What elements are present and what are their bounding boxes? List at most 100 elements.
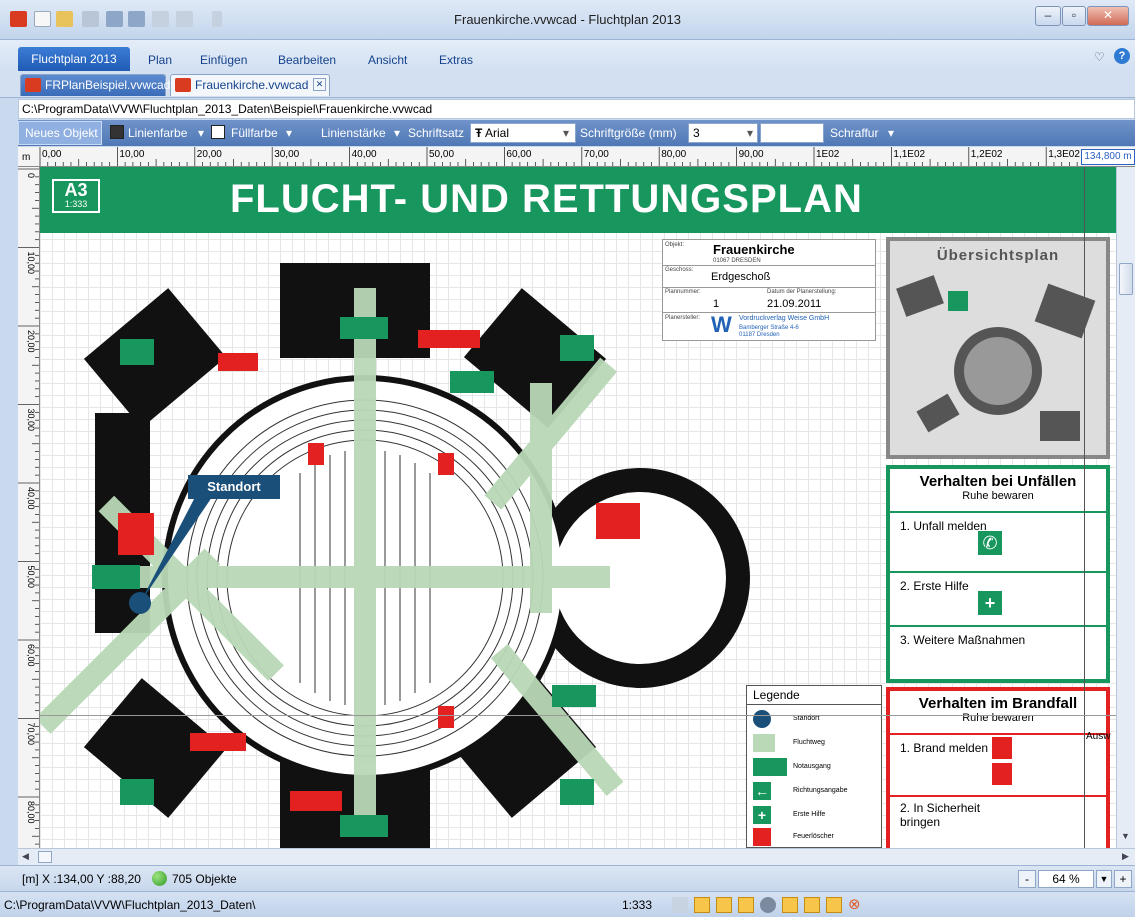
objekt-label: Objekt: xyxy=(665,242,685,248)
status-bar: [m] X :134,00 Y :88,20 705 Objekte - 64 … xyxy=(0,865,1135,891)
horizontal-scroll-thumb[interactable] xyxy=(38,851,52,863)
menu-extras[interactable]: Extras xyxy=(439,53,473,67)
data-path: C:\ProgramData\VVW\Fluchtplan_2013_Daten… xyxy=(4,898,256,912)
overview-title: Übersichtsplan xyxy=(936,247,1060,264)
chevron-down-icon: ▾ xyxy=(563,126,570,140)
fire-title: Verhalten im Brandfall xyxy=(918,695,1078,712)
vertical-scrollbar[interactable]: ▼ xyxy=(1116,167,1135,848)
menu-ansicht[interactable]: Ansicht xyxy=(368,53,407,67)
emergency-exit-sign-south xyxy=(340,815,388,837)
zoom-dropdown-icon[interactable]: ▼ xyxy=(1096,870,1112,888)
guide-line-horizontal xyxy=(40,715,1116,716)
menu-bearbeiten[interactable]: Bearbeiten xyxy=(278,53,336,67)
format-scale: 1:333 xyxy=(64,199,88,209)
fire-step-2-cont: bringen xyxy=(900,815,941,829)
legend-label: Fluchtweg xyxy=(793,739,825,746)
first-aid-sign xyxy=(450,371,494,393)
plannr-label: Plannummer: xyxy=(665,289,701,295)
scroll-down-icon[interactable]: ▼ xyxy=(1121,831,1130,841)
geschoss-label: Geschoss: xyxy=(665,267,694,273)
scroll-left-icon[interactable]: ◀ xyxy=(22,851,29,862)
fill-color-button[interactable]: Füllfarbe xyxy=(231,126,278,140)
menu-plan[interactable]: Plan xyxy=(148,53,172,67)
zoom-level[interactable]: 64 % xyxy=(1038,870,1094,888)
fire-extinguisher-icon xyxy=(753,828,771,846)
fire-extinguisher-sign xyxy=(218,353,258,371)
scale-indicator: 1:333 xyxy=(622,898,653,912)
divider xyxy=(663,265,875,266)
pin-icon[interactable] xyxy=(826,897,842,913)
legend-item: Feuerlöscher xyxy=(753,826,873,848)
scroll-right-icon[interactable]: ▶ xyxy=(1122,851,1129,862)
tab-label: Frauenkirche.vvwcad xyxy=(195,78,309,92)
collapse-ribbon-icon[interactable]: ♡ xyxy=(1094,50,1105,64)
line-color-dropdown-icon[interactable]: ▾ xyxy=(198,126,204,140)
legend-label: Notausgang xyxy=(793,763,831,770)
path-status-bar: C:\ProgramData\VVW\Fluchtplan_2013_Daten… xyxy=(0,891,1135,917)
plannr-value: 1 xyxy=(713,298,720,310)
ruler-tick-label: 60,00 xyxy=(26,644,36,667)
new-object-button[interactable]: Neues Objekt xyxy=(18,121,102,145)
font-size-value: 3 xyxy=(693,126,700,140)
cursor-coordinates: [m] X :134,00 Y :88,20 xyxy=(22,872,141,886)
line-width-button[interactable]: Linienstärke xyxy=(321,126,386,140)
extra-input[interactable] xyxy=(760,123,824,143)
help-icon[interactable]: ? xyxy=(1114,48,1130,64)
fire-step-1: 1. Brand melden xyxy=(900,741,989,755)
window-title: Frauenkirche.vvwcad - Fluchtplan 2013 xyxy=(454,12,681,27)
line-color-button[interactable]: Linienfarbe xyxy=(128,126,187,140)
status-ok-icon xyxy=(152,871,167,886)
snap-icon[interactable] xyxy=(694,897,710,913)
format-label: A3 xyxy=(64,180,88,200)
font-select[interactable]: Ŧ Arial ▾ xyxy=(470,123,576,143)
line-color-swatch[interactable] xyxy=(110,125,124,139)
ruler-tick-label: 90,00 xyxy=(739,149,764,160)
emergency-exit-sign-sw xyxy=(120,779,154,805)
tab-frplanbeispiel[interactable]: FRPlanBeispiel.vvwcad xyxy=(20,74,170,96)
ruler-tick-label: 1,2E02 xyxy=(971,149,1003,160)
fill-color-dropdown-icon[interactable]: ▾ xyxy=(286,126,292,140)
building-block xyxy=(1034,283,1096,339)
measure-icon[interactable] xyxy=(804,897,820,913)
cancel-icon[interactable]: ⊗ xyxy=(848,895,861,913)
assembly-point-icon xyxy=(948,291,968,311)
drawing-canvas[interactable]: FLUCHT- UND RETTUNGSPLAN A3 1:333 Stando… xyxy=(40,167,1116,848)
ruler-tick-label: 80,00 xyxy=(661,149,686,160)
geschoss-value: Erdgeschoß xyxy=(711,271,771,283)
church-dome xyxy=(964,337,1032,405)
save-icon[interactable] xyxy=(672,897,688,913)
layer-icon[interactable] xyxy=(760,897,776,913)
plan-info-block: Objekt: Frauenkirche 01067 DRESDEN Gesch… xyxy=(662,239,876,341)
accident-title: Verhalten bei Unfällen xyxy=(919,473,1077,490)
zoom-out-button[interactable]: - xyxy=(1018,870,1036,888)
legend-label: Richtungsangabe xyxy=(793,787,848,794)
grid-icon[interactable] xyxy=(716,897,732,913)
close-button[interactable]: ✕ xyxy=(1087,6,1129,26)
zoom-in-button[interactable]: + xyxy=(1114,870,1132,888)
divider xyxy=(663,312,875,313)
tab-frauenkirche[interactable]: Frauenkirche.vvwcad ✕ xyxy=(170,74,330,96)
format-badge: A3 1:333 xyxy=(52,179,100,213)
line-width-dropdown-icon[interactable]: ▾ xyxy=(394,126,400,140)
first-aid-icon: + xyxy=(753,806,771,824)
exit-sign-icon xyxy=(753,758,787,776)
fill-color-swatch[interactable] xyxy=(211,125,225,139)
ruler-top-ticks: 0,00 10,00 20,00 30,00 40,00 50,00 60,00 70,00 8… xyxy=(39,147,1080,166)
building-block xyxy=(1040,411,1080,441)
horizontal-scrollbar[interactable]: ◀ ▶ xyxy=(18,848,1135,865)
ortho-icon[interactable] xyxy=(738,897,754,913)
object-snap-icon[interactable] xyxy=(782,897,798,913)
font-size-select[interactable]: 3 ▾ xyxy=(688,123,758,143)
file-path-bar: C:\ProgramData\VVW\Fluchtplan_2013_Daten… xyxy=(18,99,1135,119)
maximize-button[interactable]: ▫ xyxy=(1062,6,1086,26)
divider xyxy=(890,795,1106,797)
minimize-button[interactable]: – xyxy=(1035,6,1061,26)
file-menu-button[interactable]: Fluchtplan 2013 xyxy=(18,47,130,71)
vertical-scroll-thumb[interactable] xyxy=(1119,263,1133,295)
legend-item: Fluchtweg xyxy=(753,732,873,754)
hatch-dropdown-icon[interactable]: ▾ xyxy=(888,126,894,140)
hatch-button[interactable]: Schraffur xyxy=(830,126,878,140)
menu-einfuegen[interactable]: Einfügen xyxy=(200,53,247,67)
fire-subtitle: Ruhe bewaren xyxy=(962,712,1034,724)
close-tab-icon[interactable]: ✕ xyxy=(313,78,326,91)
